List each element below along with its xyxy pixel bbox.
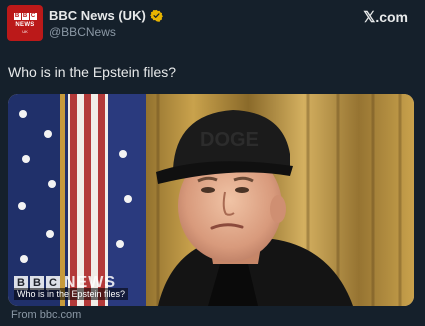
display-name[interactable]: BBC News (UK) [49,8,146,23]
account-name-row[interactable]: BBC News (UK) [49,8,163,23]
tweet-image[interactable]: DOGE B B C NEWS Who is in the Epstein fi… [8,94,414,306]
avatar-news-label: NEWS [15,21,35,28]
avatar[interactable]: B B C NEWS UK [7,5,43,41]
tweet-text: Who is in the Epstein files? [8,64,177,80]
x-logo[interactable]: 𝕏 .com [363,8,408,26]
tweet-card[interactable]: B B C NEWS UK BBC News (UK) @BBCNews 𝕏 .… [0,0,425,326]
cap-text: DOGE [200,129,259,151]
image-caption: Who is in the Epstein files? [14,288,129,300]
verified-badge-icon [149,9,163,22]
link-source[interactable]: From bbc.com [11,309,81,321]
avatar-bbc-logo: B B C [13,12,37,20]
avatar-uk-label: UK [22,28,28,34]
x-domain: .com [375,9,408,25]
account-handle[interactable]: @BBCNews [49,25,116,39]
x-icon: 𝕏 [363,9,376,26]
